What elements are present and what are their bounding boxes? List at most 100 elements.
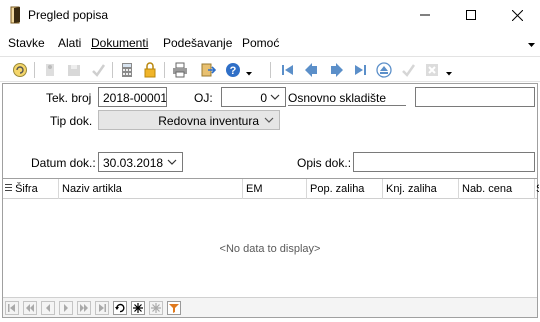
oj-name: Osnovno skladište xyxy=(288,91,387,105)
last-record-button[interactable] xyxy=(350,60,370,80)
menu-pomoc[interactable]: Pomoć xyxy=(242,36,279,50)
nav-prev-page-button[interactable] xyxy=(23,301,37,315)
column-label: Nab. cena xyxy=(462,183,513,195)
datum-dok-picker[interactable]: 30.03.2018 xyxy=(98,152,183,172)
column-header-pop-zaliha[interactable]: Pop. zaliha xyxy=(307,179,383,199)
column-header-sifra[interactable]: Šifra xyxy=(3,179,59,199)
column-label: Knj. zaliha xyxy=(386,183,437,195)
column-header-em[interactable]: EM xyxy=(243,179,307,199)
oj-value: 0 xyxy=(260,91,267,105)
asterisk-icon xyxy=(133,303,143,313)
next-icon xyxy=(64,304,68,312)
refresh-button[interactable] xyxy=(10,60,30,80)
nav-next-button[interactable] xyxy=(59,301,73,315)
tek-broj-field[interactable]: 2018-00001 xyxy=(98,87,167,107)
nav-next-page-button[interactable] xyxy=(77,301,91,315)
menu-podesavanje[interactable]: Podešavanje xyxy=(163,36,232,50)
help-dropdown-icon[interactable] xyxy=(246,72,252,76)
chevron-down-icon xyxy=(264,117,274,123)
toolbar-separator xyxy=(270,62,271,78)
nav-filter-button[interactable] xyxy=(167,301,181,315)
print-button[interactable] xyxy=(170,60,190,80)
nav-last-button[interactable] xyxy=(95,301,109,315)
column-label: Naziv artikla xyxy=(62,183,122,195)
previous-record-button[interactable] xyxy=(302,60,322,80)
last-icon xyxy=(99,304,106,312)
check-button[interactable] xyxy=(88,60,108,80)
export-button[interactable] xyxy=(198,60,218,80)
column-header-s[interactable]: S xyxy=(535,179,539,199)
menu-overflow-icon[interactable] xyxy=(528,43,535,48)
menu-alati[interactable]: Alati xyxy=(58,36,81,50)
print-icon xyxy=(173,62,187,78)
help-button[interactable]: ? xyxy=(223,60,243,80)
export-icon xyxy=(201,63,216,77)
minimize-icon xyxy=(420,14,430,16)
nav-insert-button[interactable] xyxy=(131,301,145,315)
edit-icon xyxy=(46,64,54,76)
chevron-down-icon xyxy=(167,159,177,165)
close-button[interactable] xyxy=(494,0,540,30)
lock-icon xyxy=(144,62,156,78)
document-header-form: Tek. broj 2018-00001 OJ: 0 Osnovno sklad… xyxy=(2,83,538,178)
app-icon xyxy=(10,6,20,24)
column-label: Šifra xyxy=(15,183,38,195)
next-page-icon xyxy=(80,304,88,312)
first-icon xyxy=(8,304,15,312)
confirm-button[interactable] xyxy=(398,60,418,80)
previous-page-icon xyxy=(26,304,34,312)
column-header-nab-cena[interactable]: Nab. cena xyxy=(459,179,535,199)
last-icon xyxy=(355,65,366,75)
tip-dok-select[interactable]: Redovna inventura xyxy=(98,110,280,130)
help-icon: ? xyxy=(226,63,240,77)
toolbar-separator xyxy=(164,62,165,78)
cancel-button[interactable] xyxy=(422,60,442,80)
filter-icon xyxy=(169,304,179,313)
grid-header: Šifra Naziv artikla EM Pop. zaliha Knj. … xyxy=(3,179,539,199)
previous-icon xyxy=(46,304,50,312)
menu-bar: Stavke Alati Dokumenti Podešavanje Pomoć xyxy=(0,32,540,54)
toolbar-overflow-icon[interactable] xyxy=(446,72,452,76)
calculator-button[interactable] xyxy=(117,60,137,80)
eject-icon xyxy=(376,62,392,78)
toolbar-separator xyxy=(34,62,35,78)
datum-dok-value: 30.03.2018 xyxy=(103,156,164,170)
nav-refresh-button[interactable] xyxy=(113,301,127,315)
column-header-naziv[interactable]: Naziv artikla xyxy=(59,179,243,199)
save-button[interactable] xyxy=(64,60,84,80)
column-header-knj-zaliha[interactable]: Knj. zaliha xyxy=(383,179,459,199)
maximize-button[interactable] xyxy=(448,0,494,30)
nav-prev-button[interactable] xyxy=(41,301,55,315)
tek-broj-value: 2018-00001 xyxy=(103,91,167,105)
extra-field[interactable] xyxy=(415,87,535,107)
tip-dok-value: Redovna inventura xyxy=(158,114,259,128)
minimize-button[interactable] xyxy=(402,0,448,30)
confirm-icon xyxy=(402,64,416,77)
refresh-icon xyxy=(115,303,125,313)
column-label: Pop. zaliha xyxy=(310,183,365,195)
eject-button[interactable] xyxy=(374,60,394,80)
first-record-button[interactable] xyxy=(278,60,298,80)
opis-dok-label: Opis dok.: xyxy=(297,156,352,170)
no-data-text: <No data to display> xyxy=(219,243,321,255)
oj-select[interactable]: 0 xyxy=(221,87,286,107)
chevron-down-icon xyxy=(270,94,280,100)
next-record-button[interactable] xyxy=(326,60,346,80)
menu-dokumenti[interactable]: Dokumenti xyxy=(91,36,148,50)
menu-stavke[interactable]: Stavke xyxy=(8,36,45,50)
column-chooser-icon xyxy=(5,184,12,191)
nav-insert-disabled-button[interactable] xyxy=(149,301,163,315)
save-icon xyxy=(68,65,80,76)
opis-dok-field[interactable] xyxy=(353,152,535,172)
cancel-icon xyxy=(426,64,438,76)
next-icon xyxy=(331,63,343,77)
close-icon xyxy=(511,9,523,21)
toolbar: ? xyxy=(0,56,540,82)
tip-dok-label: Tip dok. xyxy=(50,114,93,128)
check-icon xyxy=(92,64,106,77)
nav-first-button[interactable] xyxy=(5,301,19,315)
datum-dok-label: Datum dok.: xyxy=(31,156,96,170)
edit-button[interactable] xyxy=(40,60,60,80)
lock-button[interactable] xyxy=(140,60,160,80)
calculator-icon xyxy=(122,63,132,77)
